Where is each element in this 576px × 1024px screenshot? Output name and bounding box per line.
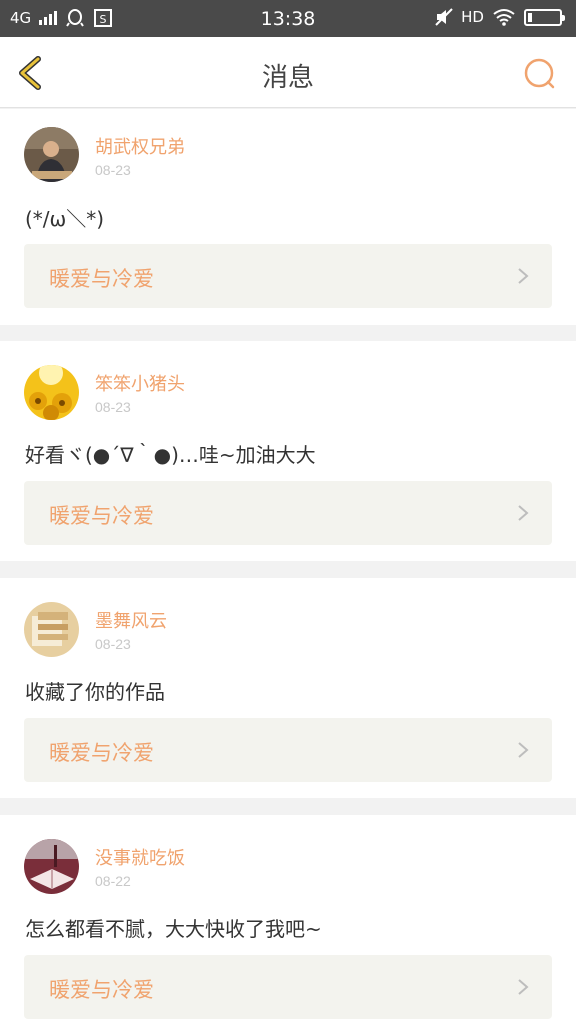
message-date: 08-22 [95, 873, 131, 889]
message-text: (*/ω＼*) [25, 207, 105, 231]
mute-icon [435, 8, 453, 26]
status-right: HD [435, 8, 565, 26]
work-link[interactable]: 暖爱与冷爱 [24, 481, 552, 545]
message-text: 收藏了你的作品 [25, 680, 165, 704]
status-bar: 4G S 13:38 HD [0, 0, 576, 37]
work-title: 暖爱与冷爱 [49, 267, 154, 291]
user-name[interactable]: 胡武权兄弟 [95, 133, 185, 159]
avatar[interactable] [24, 839, 79, 894]
work-title: 暖爱与冷爱 [49, 741, 154, 765]
battery-icon [524, 8, 565, 26]
work-link[interactable]: 暖爱与冷爱 [24, 718, 552, 782]
message-date: 08-23 [95, 636, 131, 652]
chevron-right-icon [518, 979, 529, 995]
work-title: 暖爱与冷爱 [49, 978, 154, 1002]
avatar[interactable] [24, 127, 79, 182]
message-card: 胡武权兄弟 08-23 (*/ω＼*) 暖爱与冷爱 [0, 109, 576, 325]
work-link[interactable]: 暖爱与冷爱 [24, 244, 552, 308]
avatar[interactable] [24, 365, 79, 420]
message-date: 08-23 [95, 162, 131, 178]
message-card: 笨笨小猪头 08-23 好看ヾ(●´∇｀●)…哇~加油大大 暖爱与冷爱 [0, 341, 576, 561]
page-title: 消息 [261, 63, 314, 93]
work-link[interactable]: 暖爱与冷爱 [24, 955, 552, 1019]
message-card: 墨舞风云 08-23 收藏了你的作品 暖爱与冷爱 [0, 578, 576, 798]
message-text: 好看ヾ(●´∇｀●)…哇~加油大大 [25, 443, 316, 467]
nav-bar: 消息 [0, 37, 576, 108]
message-date: 08-23 [95, 399, 131, 415]
wifi-icon [493, 9, 515, 26]
message-card: 没事就吃饭 08-22 怎么都看不腻，大大快收了我吧~ 暖爱与冷爱 [0, 815, 576, 1024]
chevron-right-icon [518, 505, 529, 521]
user-name[interactable]: 墨舞风云 [95, 607, 167, 633]
chevron-right-icon [518, 742, 529, 758]
search-icon[interactable] [522, 56, 558, 92]
user-name[interactable]: 没事就吃饭 [95, 844, 185, 870]
work-title: 暖爱与冷爱 [49, 504, 154, 528]
chevron-right-icon [518, 268, 529, 284]
hd-label: HD [461, 8, 484, 26]
avatar[interactable] [24, 602, 79, 657]
user-name[interactable]: 笨笨小猪头 [95, 370, 185, 396]
message-text: 怎么都看不腻，大大快收了我吧~ [25, 917, 322, 941]
